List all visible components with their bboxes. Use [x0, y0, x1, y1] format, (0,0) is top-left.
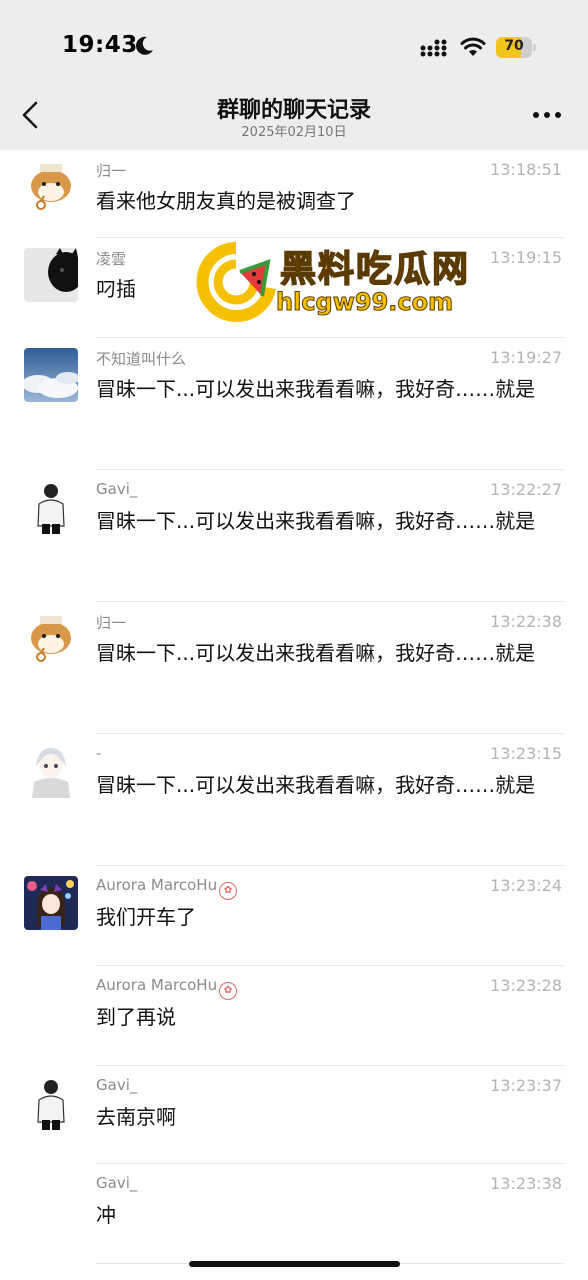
message-time: 13:23:37 [490, 1076, 562, 1095]
message-time: 13:23:15 [490, 744, 562, 763]
avatar[interactable] [24, 1076, 78, 1130]
sender-name-text: 不知道叫什么 [96, 350, 187, 368]
sender-name-text: Gavi_ [96, 480, 138, 498]
message-time: 13:18:51 [490, 160, 562, 179]
chat-history-screen: 19:43 70 群聊的聊天记录 2025年02月10日 归一 13:18:51… [0, 0, 588, 1280]
message-text: 我们开车了 [96, 905, 196, 929]
message-text: 冒昧一下...可以发出来我看看嘛，我好奇……就是 [96, 773, 536, 797]
watermark-title: 黑料吃瓜网 [279, 248, 471, 291]
message-item[interactable]: Aurora MarcoHu ✿ 13:23:24 我们开车了 [0, 866, 588, 966]
sender-name-text: 归一 [96, 162, 127, 180]
avatar[interactable] [24, 876, 78, 930]
avatar[interactable] [24, 612, 78, 666]
sender-name-text: 归一 [96, 614, 127, 632]
sender-name: 凌雲 [96, 248, 126, 269]
battery-icon: 70 [496, 37, 536, 58]
message-item[interactable]: Gavi_ 13:22:27 冒昧一下...可以发出来我看看嘛，我好奇……就是 [0, 470, 588, 602]
sender-name-text: 凌雲 [96, 250, 127, 268]
message-text: 看来他女朋友真的是被调查了 [96, 189, 356, 213]
message-item[interactable]: Aurora MarcoHu ✿ 13:23:28 到了再说 [0, 966, 588, 1066]
message-item[interactable]: 归一 13:18:51 看来他女朋友真的是被调查了 [0, 150, 588, 238]
sender-name: 归一 [96, 612, 126, 633]
message-text: 冲 [96, 1203, 116, 1227]
ellipsis-icon[interactable] [530, 105, 564, 125]
message-time: 13:23:38 [490, 1174, 562, 1193]
flower-badge-icon: ✿ [219, 982, 238, 1000]
cellular-signal-icon [420, 39, 447, 57]
watermark: 黑料吃瓜网 hlcgw99.com [196, 240, 486, 324]
message-item[interactable]: Gavi_ 13:23:37 去南京啊 [0, 1066, 588, 1164]
message-time: 13:19:27 [490, 348, 562, 367]
message-time: 13:23:28 [490, 976, 562, 995]
home-indicator[interactable] [189, 1261, 400, 1267]
flower-badge-icon: ✿ [219, 882, 238, 900]
sender-name-text: Aurora MarcoHu [96, 976, 218, 994]
message-item[interactable]: - 13:23:15 冒昧一下...可以发出来我看看嘛，我好奇……就是 [0, 734, 588, 866]
sender-name: Gavi_ [96, 480, 137, 498]
sender-name-text: Gavi_ [96, 1174, 138, 1192]
sender-name-text: - [96, 744, 102, 762]
avatar[interactable] [24, 480, 78, 534]
message-text: 到了再说 [96, 1005, 176, 1029]
sender-name: 不知道叫什么 [96, 348, 186, 369]
watermark-url: hlcgw99.com [275, 288, 454, 317]
sender-name: Gavi_ [96, 1076, 137, 1094]
watermark-logo-icon [196, 242, 276, 322]
message-text: 冒昧一下...可以发出来我看看嘛，我好奇……就是 [96, 641, 536, 665]
wifi-icon [460, 37, 486, 56]
message-text: 去南京啊 [96, 1105, 176, 1129]
sender-name: Aurora MarcoHu ✿ [96, 876, 238, 900]
avatar[interactable] [24, 744, 78, 798]
status-time: 19:43 [62, 32, 138, 58]
sender-name: 归一 [96, 160, 126, 181]
sender-name-text: Gavi_ [96, 1076, 138, 1094]
message-time: 13:22:38 [490, 612, 562, 631]
message-text: 冒昧一下...可以发出来我看看嘛，我好奇……就是 [96, 377, 536, 401]
avatar[interactable] [24, 248, 78, 302]
message-item[interactable]: Gavi_ 13:23:38 冲 [0, 1164, 588, 1264]
sender-name: Aurora MarcoHu ✿ [96, 976, 238, 1000]
sender-name: - [96, 744, 101, 762]
avatar[interactable] [24, 160, 78, 214]
battery-level: 70 [504, 38, 524, 54]
sender-name-text: Aurora MarcoHu [96, 876, 218, 894]
top-bar: 19:43 70 群聊的聊天记录 2025年02月10日 [0, 0, 588, 150]
page-date: 2025年02月10日 [241, 125, 347, 140]
sender-name: Gavi_ [96, 1174, 137, 1192]
avatar[interactable] [24, 348, 78, 402]
message-item[interactable]: 归一 13:22:38 冒昧一下...可以发出来我看看嘛，我好奇……就是 [0, 602, 588, 734]
message-item[interactable]: 不知道叫什么 13:19:27 冒昧一下...可以发出来我看看嘛，我好奇……就是 [0, 338, 588, 470]
message-time: 13:19:15 [490, 248, 562, 267]
message-text: 冒昧一下...可以发出来我看看嘛，我好奇……就是 [96, 509, 536, 533]
message-time: 13:22:27 [490, 480, 562, 499]
moon-icon [136, 36, 153, 55]
message-time: 13:23:24 [490, 876, 562, 895]
page-title: 群聊的聊天记录 [216, 98, 371, 123]
